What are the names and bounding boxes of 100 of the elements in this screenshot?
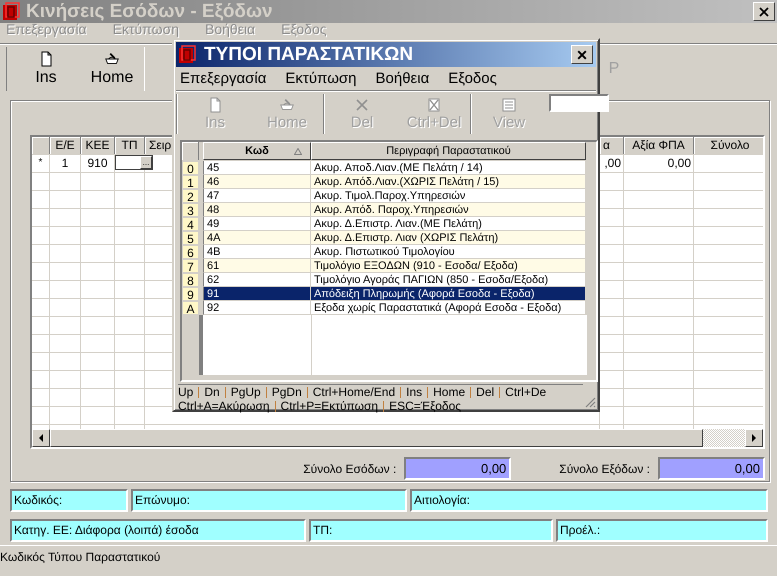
crossed-box-icon [426,97,442,113]
table-cell: Ακυρ. Απόδ.Λιαν.(ΧΩΡΙΣ Πελάτη / 15) [311,175,586,189]
table-cell: Απόδειξη Πληρωμής (Αφορά Εσοδα - Εξοδα) [311,287,586,301]
table-cell: 92 [203,301,311,315]
shortcut-hint: Ctrl+Home/End [312,385,396,399]
row-index: 8 [182,273,199,287]
row-index: 4 [182,217,199,231]
info-field: Αιτιολογία: [410,489,768,512]
info-field: ΤΠ: [309,519,553,542]
lookup-field[interactable]: ... [115,155,153,170]
shortcut-hint: ESC=Έξοδος [389,399,462,413]
shortcut-hint: Ins [406,385,422,399]
table-cell: Ακυρ. Τιμολ.Παροχ.Υπηρεσιών [311,189,586,203]
column-header[interactable]: Περιγραφή Παραστατικού [311,142,586,160]
menu-item[interactable]: Εκτύπωση [285,70,357,87]
table-row[interactable]: 4 49 Ακυρ. Δ.Επιστρ. Λιαν.(ΜΕ Πελάτη) [182,217,596,231]
row-index: 9 [182,287,199,301]
table-row[interactable]: 2 47 Ακυρ. Τιμολ.Παροχ.Υπηρεσιών [182,189,596,203]
table-row[interactable]: 7 61 Τιμολόγιο ΕΞΟΔΩΝ (910 - Εσοδα/ Εξοδα) [182,259,596,273]
menu-item[interactable]: Επεξεργασία [180,70,266,87]
table-cell: 46 [203,175,311,189]
table-row[interactable]: 0 45 Ακυρ. Αποδ.Λιαν.(ΜΕ Πελάτη / 14) [182,161,596,175]
column-header[interactable]: ΚΕΕ [81,137,115,154]
row-index: A [182,301,199,315]
table-row[interactable]: 1 46 Ακυρ. Απόδ.Λιαν.(ΧΩΡΙΣ Πελάτη / 15) [182,175,596,189]
table-cell: 61 [203,259,311,273]
table-cell: 4A [203,231,311,245]
logo-icon [2,2,22,22]
shortcut-hint: Ctrl+P=Εκτύπωση [280,399,378,413]
table-cell: Ακυρ. Δ.Επιστρ. Λιαν.(ΜΕ Πελάτη) [311,217,586,231]
row-index: 1 [182,175,199,189]
table-cell: 47 [203,189,311,203]
total-field: 0,00 [658,457,765,480]
close-button[interactable] [753,2,775,21]
column-header[interactable]: Σύνολο [694,137,763,154]
table-cell: 4B [203,245,311,259]
total-label: Σύνολο Εσόδων : [303,462,396,476]
search-field[interactable] [549,94,609,112]
table-cell: Εξοδα χωρίς Παραστατικά (Αφορά Εσοδα - Εξοδα) [311,301,586,315]
row-index: 0 [182,161,199,175]
table-row[interactable]: A 92 Εξοδα χωρίς Παραστατικά (Αφορά Εσοδα - Εξοδα) [182,301,596,315]
info-field: Κατηγ. ΕΕ: Διάφορα (λοιπά) έσοδα [10,519,306,542]
tray-icon [104,51,120,67]
shortcut-hint: Del [476,385,494,399]
close-button[interactable]: × [571,45,593,64]
total-field: 0,00 [404,457,512,480]
shortcut-hint: Ctrl+A=Ακύρωση [178,399,270,413]
table-cell: 49 [203,217,311,231]
table-cell: 1 [50,155,81,172]
column-header[interactable]: Ε/Ε [50,137,81,154]
tray-icon [279,97,295,113]
shortcut-hint: Dn [204,385,220,399]
shortcut-hint: PgDn [272,385,302,399]
resize-grip-icon[interactable] [584,396,596,408]
menu-item[interactable]: Βοήθεια [376,70,430,87]
shortcut-hint: Up [178,385,194,399]
table-cell: 91 [203,287,311,301]
column-header[interactable]: Κωδ [203,142,311,160]
toolbar-button[interactable]: Home [79,47,145,91]
right-arrow-icon[interactable] [750,434,758,442]
table-row[interactable]: 9 91 Απόδειξη Πληρωμής (Αφορά Εσοδα - Εξοδα) [182,287,596,301]
column-header[interactable]: Αξία ΦΠΑ [624,137,694,154]
logo-icon [178,44,198,64]
row-index: 6 [182,245,199,259]
info-field: Προέλ.: [556,519,768,542]
row-index: 5 [182,231,199,245]
toolbar-button[interactable]: Ins [13,47,79,91]
window-title: Κινήσεις Εσόδων - Εξόδων [26,0,274,22]
ellipsis-button[interactable]: ... [140,156,152,169]
table-cell: Ακυρ. Αποδ.Λιαν.(ΜΕ Πελάτη / 14) [311,161,586,175]
shortcut-hint: PgUp [230,385,261,399]
table-cell: Ακυρ. Δ.Επιστρ. Λιαν (ΧΩΡΙΣ Πελάτη) [311,231,586,245]
info-field: Κωδικός: [10,489,128,512]
row-index: 3 [182,203,199,217]
row-index: 2 [182,189,199,203]
table-cell: Τιμολόγιο ΕΞΟΔΩΝ (910 - Εσοδα/ Εξοδα) [311,259,586,273]
row-index: 7 [182,259,199,273]
left-arrow-icon[interactable] [37,434,45,442]
document-icon [501,97,517,113]
table-cell: Τιμολόγιο Αγοράς ΠΑΓΙΩΝ (850 - Εσοδα/Εξοδα) [311,273,586,287]
table-cell: 45 [203,161,311,175]
table-cell: 48 [203,203,311,217]
status-bar: Κωδικός Τύπου Παραστατικού [0,545,777,564]
table-row[interactable]: 3 48 Ακυρ. Απόδ. Παροχ.Υπηρεσιών [182,203,596,217]
shortcut-hint: Home [433,385,466,399]
cross-icon [354,97,370,113]
menu-item[interactable]: Εξοδος [448,70,497,87]
close-icon [759,6,769,16]
table-cell: Ακυρ. Πιστωτικού Τιμολογίου [311,245,586,259]
table-cell: Ακυρ. Απόδ. Παροχ.Υπηρεσιών [311,203,586,217]
table-row[interactable]: 5 4A Ακυρ. Δ.Επιστρ. Λιαν (ΧΩΡΙΣ Πελάτη) [182,231,596,245]
table-row[interactable]: 8 62 Τιμολόγιο Αγοράς ΠΑΓΙΩΝ (850 - Εσοδα/Εξοδα) [182,273,596,287]
table-cell: 0,00 [624,155,694,172]
shortcut-hint: Ctrl+De [505,385,546,399]
total-label: Σύνολο Εξόδων : [559,462,650,476]
info-field: Επώνυμο: [131,489,407,512]
dialog-title: ΤΥΠΟΙ ΠΑΡΑΣΤΑΤΙΚΩΝ [204,44,414,66]
column-header[interactable]: ΤΠ [115,137,145,154]
table-row[interactable]: 6 4B Ακυρ. Πιστωτικού Τιμολογίου [182,245,596,259]
table-cell: 62 [203,273,311,287]
